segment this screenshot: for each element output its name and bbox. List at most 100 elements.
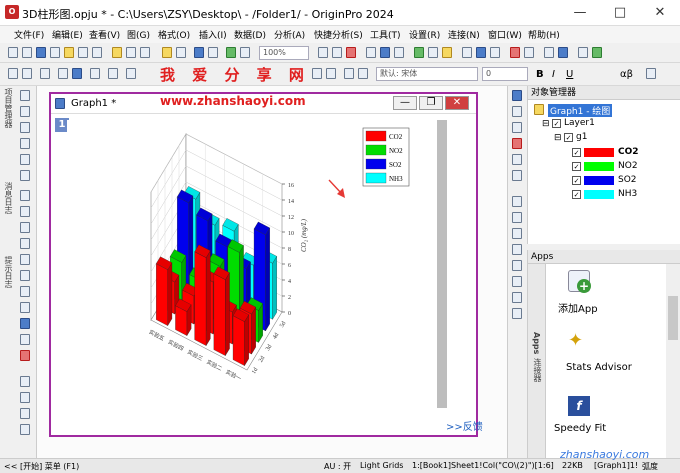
minimize-button[interactable]: — bbox=[560, 0, 600, 26]
tree-group-node[interactable]: g1 bbox=[576, 132, 587, 142]
nh3-checkbox[interactable]: ✓ bbox=[572, 190, 581, 199]
plot-type-5-icon[interactable] bbox=[512, 260, 522, 271]
menu-connect[interactable]: 连接(N) bbox=[448, 28, 480, 41]
project-manager-tab[interactable]: 项目管理器 bbox=[3, 88, 14, 128]
window-list-icon[interactable] bbox=[558, 47, 568, 58]
results-log-icon[interactable] bbox=[414, 47, 424, 58]
new-layout-icon[interactable] bbox=[78, 47, 88, 58]
layer-3d-icon[interactable] bbox=[512, 90, 522, 101]
line-tool-icon[interactable] bbox=[20, 270, 30, 281]
copy-page-icon[interactable] bbox=[332, 47, 342, 58]
perspective-icon[interactable] bbox=[512, 154, 522, 165]
add-app-label[interactable]: 添加App bbox=[558, 300, 598, 315]
status-autoupdate[interactable]: AU : 开 bbox=[324, 461, 351, 472]
expand-group-toggle[interactable]: ⊟ bbox=[554, 133, 562, 143]
new-project-icon[interactable] bbox=[8, 47, 18, 58]
speedy-fit-label[interactable]: Speedy Fit bbox=[554, 423, 606, 434]
undo-icon[interactable] bbox=[8, 68, 18, 79]
superscript-icon[interactable] bbox=[646, 68, 656, 79]
menu-tools[interactable]: 工具(T) bbox=[370, 28, 401, 41]
plot-type-1-icon[interactable] bbox=[512, 196, 522, 207]
project-explorer-icon[interactable] bbox=[442, 47, 452, 58]
rotate-tool-icon[interactable] bbox=[20, 122, 30, 133]
hint-log-tab[interactable]: 提示日志 bbox=[3, 256, 14, 288]
tree-no2[interactable]: NO2 bbox=[618, 161, 638, 171]
plot-setup-icon[interactable] bbox=[476, 47, 486, 58]
status-start-menu[interactable]: << [开始] 菜单 (F1) bbox=[4, 461, 79, 472]
co2-checkbox[interactable]: ✓ bbox=[572, 148, 581, 157]
back-icon[interactable] bbox=[326, 68, 336, 79]
new-function-icon[interactable] bbox=[64, 47, 74, 58]
menu-quick-analysis[interactable]: 快捷分析(S) bbox=[314, 28, 363, 41]
so2-checkbox[interactable]: ✓ bbox=[572, 176, 581, 185]
menu-data[interactable]: 数据(D) bbox=[234, 28, 266, 41]
new-workbook-2-icon[interactable] bbox=[462, 47, 472, 58]
draw-data-icon[interactable] bbox=[20, 206, 30, 217]
insert-table-icon[interactable] bbox=[20, 350, 30, 361]
underline-button[interactable]: U bbox=[566, 69, 573, 80]
legend-icon[interactable] bbox=[20, 392, 30, 403]
save-template-icon[interactable] bbox=[208, 47, 218, 58]
apps-scrollbar[interactable] bbox=[666, 264, 680, 458]
align-icon[interactable] bbox=[344, 68, 354, 79]
plot-type-4-icon[interactable] bbox=[512, 244, 522, 255]
script-window-icon[interactable] bbox=[380, 47, 390, 58]
rescale-icon[interactable] bbox=[108, 68, 118, 79]
plot-type-7-icon[interactable] bbox=[512, 292, 522, 303]
group-icon[interactable] bbox=[358, 68, 368, 79]
open-excel-icon[interactable] bbox=[140, 47, 150, 58]
recent-icon[interactable] bbox=[176, 47, 186, 58]
print-icon[interactable] bbox=[318, 47, 328, 58]
rotate-y-icon[interactable] bbox=[512, 122, 522, 133]
menu-format[interactable]: 格式(O) bbox=[158, 28, 190, 41]
menu-analysis[interactable]: 分析(A) bbox=[274, 28, 305, 41]
new-workbook-icon[interactable] bbox=[22, 47, 32, 58]
layer-tool-icon[interactable] bbox=[20, 408, 30, 419]
feedback-link[interactable]: >>反馈 bbox=[446, 418, 483, 433]
rectangle-tool-icon[interactable] bbox=[20, 286, 30, 297]
zoom-tool-icon[interactable] bbox=[20, 106, 30, 117]
learning-center-icon[interactable] bbox=[524, 47, 534, 58]
graph-restore-button[interactable]: ❐ bbox=[419, 96, 443, 110]
zoom-out-icon[interactable] bbox=[90, 68, 100, 79]
stats-advisor-label[interactable]: Stats Advisor bbox=[566, 362, 632, 373]
scale-tool-icon[interactable] bbox=[20, 138, 30, 149]
connector-tab[interactable]: 连接器 bbox=[532, 358, 543, 382]
search-icon[interactable] bbox=[592, 47, 602, 58]
greek-button[interactable]: αβ bbox=[620, 69, 633, 80]
export-icon[interactable] bbox=[240, 47, 250, 58]
zoom-combo[interactable]: 100% bbox=[259, 46, 309, 60]
speedy-fit-icon[interactable]: f bbox=[568, 396, 590, 416]
screen-reader-icon[interactable] bbox=[20, 154, 30, 165]
hand-tool-icon[interactable] bbox=[20, 302, 30, 313]
tree-so2[interactable]: SO2 bbox=[618, 175, 637, 185]
plot-type-6-icon[interactable] bbox=[512, 276, 522, 287]
import-icon[interactable] bbox=[226, 47, 236, 58]
curved-arrow-icon[interactable] bbox=[20, 254, 30, 265]
bold-button[interactable]: B bbox=[536, 69, 544, 80]
layer-icon[interactable] bbox=[490, 47, 500, 58]
arrow-tool-icon[interactable] bbox=[20, 238, 30, 249]
menu-help[interactable]: 帮助(H) bbox=[528, 28, 560, 41]
layer-checkbox[interactable]: ✓ bbox=[552, 119, 561, 128]
menu-insert[interactable]: 插入(I) bbox=[199, 28, 227, 41]
rotate-z-icon[interactable] bbox=[512, 138, 522, 149]
command-window-icon[interactable] bbox=[428, 47, 438, 58]
equation-icon[interactable] bbox=[20, 318, 30, 329]
graph-window[interactable]: Graph1 * — ❐ ✕ 1 0 2 4 6 8 10 12 14 16 CO₂ (mg/L)… bbox=[49, 92, 478, 437]
save-icon[interactable] bbox=[194, 47, 204, 58]
open-template-icon[interactable] bbox=[126, 47, 136, 58]
help-icon[interactable] bbox=[578, 47, 588, 58]
tree-co2[interactable]: CO2 bbox=[618, 147, 639, 157]
group-checkbox[interactable]: ✓ bbox=[564, 133, 573, 142]
graph-close-button[interactable]: ✕ bbox=[445, 96, 469, 110]
graph-minimize-button[interactable]: — bbox=[393, 96, 417, 110]
font-combo[interactable]: 默认: 宋体 bbox=[376, 67, 478, 81]
plot-type-3-icon[interactable] bbox=[512, 228, 522, 239]
rotate-icon[interactable] bbox=[126, 68, 136, 79]
menu-view[interactable]: 查看(V) bbox=[89, 28, 120, 41]
tree-layer-node[interactable]: Layer1 bbox=[564, 118, 595, 128]
fit-frame-icon[interactable] bbox=[512, 170, 522, 181]
font-size-combo[interactable]: 0 bbox=[482, 67, 528, 81]
apps-scroll-thumb[interactable] bbox=[668, 296, 678, 340]
